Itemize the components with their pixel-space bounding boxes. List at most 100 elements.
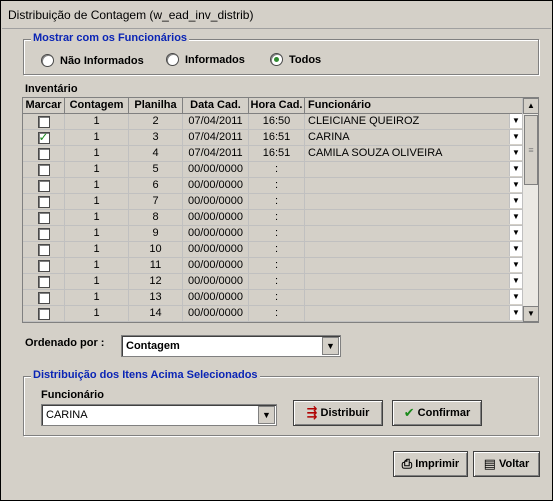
funcionario-cell[interactable]: ▼ xyxy=(305,178,523,194)
table-row[interactable]: 1 8 00/00/0000: ▼ xyxy=(23,210,523,226)
scroll-up-icon[interactable]: ▲ xyxy=(523,98,538,114)
chevron-down-icon[interactable]: ▼ xyxy=(509,226,522,240)
chevron-down-icon[interactable]: ▼ xyxy=(258,406,275,424)
radio-icon[interactable] xyxy=(270,53,283,66)
data-cad-cell: 00/00/0000 xyxy=(183,290,249,306)
row-checkbox[interactable] xyxy=(37,307,50,320)
row-checkbox[interactable] xyxy=(37,243,50,256)
column-header-contagem[interactable]: Contagem xyxy=(65,98,129,114)
distribute-icon: ⇶ xyxy=(306,405,318,420)
data-cad-cell: 00/00/0000 xyxy=(183,162,249,178)
chevron-down-icon[interactable]: ▼ xyxy=(509,306,522,320)
table-row[interactable]: 1 4 07/04/2011 16:51 CAMILA SOUZA OLIVEIRA ▼ xyxy=(23,146,523,162)
marcar-cell xyxy=(23,178,65,194)
funcionario-cell[interactable]: CLEICIANE QUEIROZ ▼ xyxy=(305,114,523,130)
chevron-down-icon[interactable]: ▼ xyxy=(509,258,522,272)
funcionario-cell[interactable]: ▼ xyxy=(305,306,523,322)
table-row[interactable]: 1 13 00/00/0000: ▼ xyxy=(23,290,523,306)
table-row[interactable]: 1 14 00/00/0000: ▼ xyxy=(23,306,523,322)
data-cad-cell: 00/00/0000 xyxy=(183,210,249,226)
chevron-down-icon[interactable]: ▼ xyxy=(509,130,522,144)
marcar-cell xyxy=(23,114,65,130)
row-checkbox[interactable] xyxy=(37,259,50,272)
row-checkbox[interactable] xyxy=(37,227,50,240)
hora-cad-cell: : xyxy=(249,162,305,178)
employee-select[interactable]: CARINA ▼ xyxy=(41,404,277,426)
chevron-down-icon[interactable]: ▼ xyxy=(322,337,339,355)
row-checkbox[interactable] xyxy=(37,115,50,128)
chevron-down-icon[interactable]: ▼ xyxy=(509,162,522,176)
grid-scrollbar[interactable]: ▲ ≡ ▼ xyxy=(522,98,538,322)
planilha-cell: 8 xyxy=(129,210,183,226)
table-row[interactable]: 1 7 00/00/0000: ▼ xyxy=(23,194,523,210)
hora-cad-cell: 16:51 xyxy=(249,146,305,162)
radio-todos[interactable]: Todos xyxy=(270,53,321,66)
employee-label: Funcionário xyxy=(41,389,104,401)
column-header-hora-cad[interactable]: Hora Cad. xyxy=(249,98,305,114)
chevron-down-icon[interactable]: ▼ xyxy=(509,290,522,304)
radio-icon[interactable] xyxy=(41,54,54,67)
order-select[interactable]: Contagem ▼ xyxy=(121,335,341,357)
column-header-marcar[interactable]: Marcar xyxy=(23,98,65,114)
table-row[interactable]: 1 9 00/00/0000: ▼ xyxy=(23,226,523,242)
row-checkbox[interactable] xyxy=(37,163,50,176)
contagem-cell: 1 xyxy=(65,114,129,130)
table-row[interactable]: 1 11 00/00/0000: ▼ xyxy=(23,258,523,274)
funcionario-cell[interactable]: ▼ xyxy=(305,210,523,226)
planilha-cell: 13 xyxy=(129,290,183,306)
funcionario-cell[interactable]: ▼ xyxy=(305,162,523,178)
radio-icon[interactable] xyxy=(166,53,179,66)
data-cad-cell: 00/00/0000 xyxy=(183,274,249,290)
hora-cad-cell: : xyxy=(249,274,305,290)
employee-select-value: CARINA xyxy=(46,409,88,421)
funcionario-cell[interactable]: CAMILA SOUZA OLIVEIRA ▼ xyxy=(305,146,523,162)
radio-informados[interactable]: Informados xyxy=(166,53,245,66)
row-checkbox[interactable] xyxy=(37,195,50,208)
row-checkbox[interactable] xyxy=(37,291,50,304)
radio-nao-informados[interactable]: Não Informados xyxy=(41,54,144,67)
chevron-down-icon[interactable]: ▼ xyxy=(509,242,522,256)
table-row[interactable]: 1 5 00/00/0000: ▼ xyxy=(23,162,523,178)
chevron-down-icon[interactable]: ▼ xyxy=(509,194,522,208)
chevron-down-icon[interactable]: ▼ xyxy=(509,178,522,192)
inventory-grid[interactable]: Marcar Contagem Planilha Data Cad. Hora … xyxy=(22,97,539,323)
row-checkbox[interactable] xyxy=(37,147,50,160)
funcionario-cell[interactable]: ▼ xyxy=(305,290,523,306)
chevron-down-icon[interactable]: ▼ xyxy=(509,210,522,224)
funcionario-cell[interactable]: ▼ xyxy=(305,242,523,258)
distribute-button[interactable]: ⇶ Distribuir xyxy=(293,400,383,426)
funcionario-cell[interactable]: CARINA ▼ xyxy=(305,130,523,146)
column-header-data-cad[interactable]: Data Cad. xyxy=(183,98,249,114)
funcionario-value: CAMILA SOUZA OLIVEIRA xyxy=(308,147,443,159)
hora-cad-cell: : xyxy=(249,210,305,226)
column-header-funcionario[interactable]: Funcionário xyxy=(305,98,523,114)
marcar-cell xyxy=(23,146,65,162)
table-row[interactable]: 1307/04/201116:51CARINA ▼ xyxy=(23,130,523,146)
back-button[interactable]: ▤ Voltar xyxy=(473,451,540,477)
marcar-cell xyxy=(23,194,65,210)
funcionario-cell[interactable]: ▼ xyxy=(305,226,523,242)
contagem-cell: 1 xyxy=(65,178,129,194)
chevron-down-icon[interactable]: ▼ xyxy=(509,274,522,288)
row-checkbox[interactable] xyxy=(37,275,50,288)
scroll-down-icon[interactable]: ▼ xyxy=(523,306,538,322)
column-header-planilha[interactable]: Planilha xyxy=(129,98,183,114)
confirm-button[interactable]: ✔ Confirmar xyxy=(392,400,482,426)
table-row[interactable]: 1 12 00/00/0000: ▼ xyxy=(23,274,523,290)
chevron-down-icon[interactable]: ▼ xyxy=(509,114,522,128)
funcionario-cell[interactable]: ▼ xyxy=(305,274,523,290)
row-checkbox[interactable] xyxy=(37,130,50,145)
row-checkbox[interactable] xyxy=(37,179,50,192)
table-row[interactable]: 1 6 00/00/0000: ▼ xyxy=(23,178,523,194)
funcionario-cell[interactable]: ▼ xyxy=(305,194,523,210)
funcionario-cell[interactable]: ▼ xyxy=(305,258,523,274)
filter-group-title: Mostrar com os Funcionários xyxy=(31,32,190,44)
table-row[interactable]: 1 2 07/04/2011 16:50 CLEICIANE QUEIROZ ▼ xyxy=(23,114,523,130)
scroll-thumb[interactable]: ≡ xyxy=(524,115,538,185)
chevron-down-icon[interactable]: ▼ xyxy=(509,146,522,160)
row-checkbox[interactable] xyxy=(37,211,50,224)
table-row[interactable]: 1 10 00/00/0000: ▼ xyxy=(23,242,523,258)
distribution-group-title: Distribuição dos Itens Acima Selecionado… xyxy=(31,369,260,381)
print-button[interactable]: ⎙ Imprimir xyxy=(393,451,468,477)
marcar-cell xyxy=(23,130,65,146)
